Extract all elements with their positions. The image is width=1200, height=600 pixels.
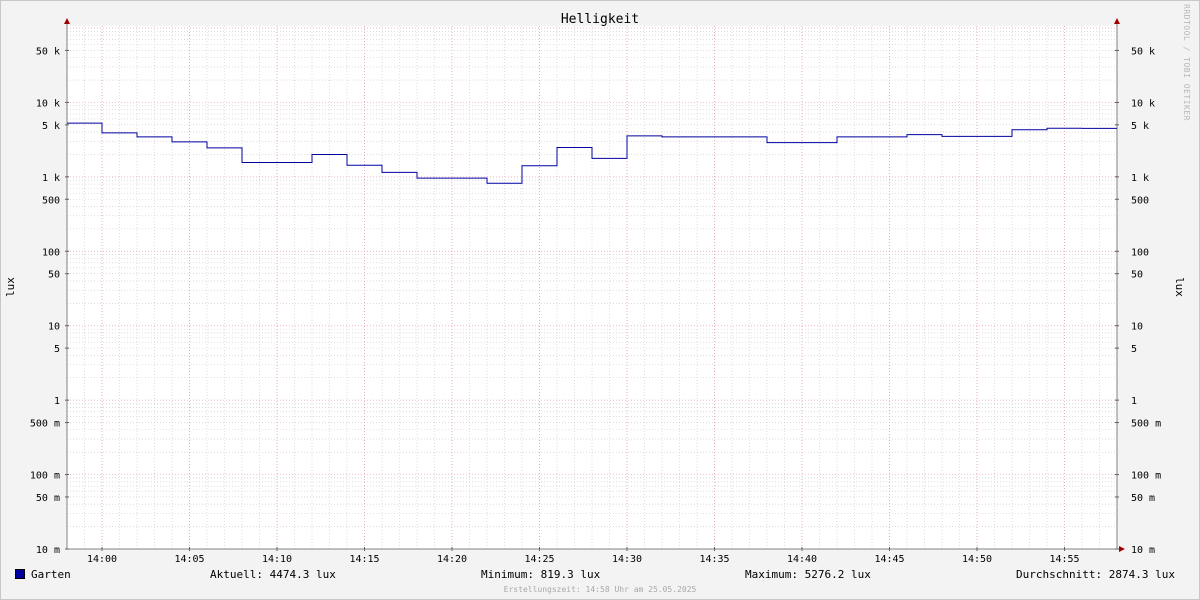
x-tick-label: 14:35 [699, 554, 729, 565]
footer-timestamp: Erstellungszeit: 14:58 Uhr am 25.05.2025 [503, 585, 697, 594]
y-tick-label: 500 [42, 195, 60, 206]
y-tick-label: 50 m [1131, 493, 1155, 504]
x-tick-label: 14:10 [262, 554, 292, 565]
y-tick-label: 1 [54, 396, 60, 407]
y-tick-label: 10 [1131, 322, 1143, 333]
y-tick-label: 50 k [36, 46, 60, 57]
legend-swatch [15, 569, 25, 579]
legend-average: Durchschnitt: 2874.3 lux [1016, 568, 1175, 581]
x-tick-labels: 14:00 14:05 14:10 14:15 14:20 14:25 14:30 14:35… [87, 554, 1080, 565]
y-axis-label-left: lux [4, 277, 17, 297]
legend-current: Aktuell: 4474.3 lux [210, 568, 336, 581]
y-axis-arrow-left [64, 18, 70, 24]
y-tick-label: 50 m [36, 493, 60, 504]
x-tick-label: 14:25 [524, 554, 554, 565]
y-tick-label: 1 k [42, 173, 60, 184]
x-axis-arrow [1119, 546, 1125, 552]
legend-maximum: Maximum: 5276.2 lux [745, 568, 871, 581]
chart-title: Helligkeit [561, 12, 639, 27]
y-axis-arrow-right [1114, 18, 1120, 24]
y-tick-label: 1 [1131, 396, 1137, 407]
y-tick-label: 100 m [30, 471, 60, 482]
chart: 50 k 10 k 5 k 1 k 500 100 50 10 5 1 500 m 100 m 50 m… [4, 12, 1186, 565]
legend-series-name: Garten [31, 568, 71, 581]
y-tick-label: 10 k [1131, 98, 1155, 109]
minor-grid [67, 26, 1117, 549]
legend-series: Garten [15, 568, 71, 581]
y-tick-label: 50 [48, 270, 60, 281]
y-tick-labels-right: 50 k 10 k 5 k 1 k 500 100 50 10 5 1 500 m 100 m 50 m… [1131, 46, 1161, 556]
y-tick-label: 500 [1131, 195, 1149, 206]
y-tick-label: 500 m [30, 419, 60, 430]
x-tick-label: 14:55 [1049, 554, 1079, 565]
y-tick-label: 10 [48, 322, 60, 333]
y-tick-label: 50 [1131, 270, 1143, 281]
legend-minimum: Minimum: 819.3 lux [481, 568, 601, 581]
watermark: RRDTOOL / TOBI OETIKER [1182, 4, 1191, 121]
x-tick-label: 14:05 [174, 554, 204, 565]
y-tick-label: 10 m [1131, 545, 1155, 556]
x-tick-label: 14:15 [349, 554, 379, 565]
y-tick-label: 100 [42, 247, 60, 258]
y-tick-label: 5 k [1131, 121, 1149, 132]
x-tick-label: 14:00 [87, 554, 117, 565]
y-tick-label: 50 k [1131, 46, 1155, 57]
x-tick-label: 14:45 [874, 554, 904, 565]
x-tick-label: 14:20 [437, 554, 467, 565]
y-tick-label: 10 k [36, 98, 60, 109]
y-tick-label: 100 [1131, 247, 1149, 258]
y-tick-label: 5 k [42, 121, 60, 132]
x-tick-label: 14:40 [787, 554, 817, 565]
y-tick-label: 10 m [36, 545, 60, 556]
y-tick-label: 5 [1131, 344, 1137, 355]
y-tick-labels-left: 50 k 10 k 5 k 1 k 500 100 50 10 5 1 500 m 100 m 50 m… [30, 46, 60, 556]
y-tick-label: 1 k [1131, 173, 1149, 184]
x-tick-label: 14:50 [962, 554, 992, 565]
y-tick-label: 5 [54, 344, 60, 355]
y-tick-label: 100 m [1131, 471, 1161, 482]
y-axis-label-right: lux [1173, 277, 1186, 297]
y-tick-label: 500 m [1131, 419, 1161, 430]
x-tick-label: 14:30 [612, 554, 642, 565]
